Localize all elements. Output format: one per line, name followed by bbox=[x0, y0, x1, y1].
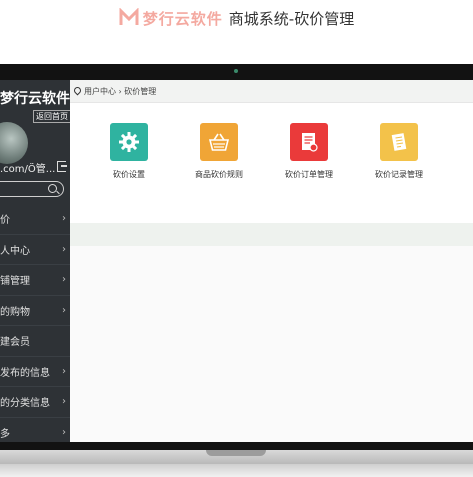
sidebar-item-published-info[interactable]: 发布的信息 › bbox=[0, 357, 70, 387]
sidebar-item-label: 价 bbox=[0, 215, 10, 227]
sidebar-item-label: 的购物 bbox=[0, 306, 30, 318]
breadcrumb: 用户中心 › 砍价管理 bbox=[70, 80, 473, 103]
chevron-right-icon: › bbox=[62, 243, 66, 255]
page-header: 梦行云软件 商城系统-砍价管理 bbox=[0, 0, 473, 36]
chevron-right-icon: › bbox=[62, 213, 66, 225]
brand-logo-icon bbox=[119, 8, 139, 25]
sidebar-item-create-member[interactable]: 建会员 bbox=[0, 326, 70, 357]
sidebar-item-label: 建会员 bbox=[0, 337, 30, 349]
laptop-screen: 梦行云软件 返回首页 .com/Ö管... 价 › 人中心 › 铺管理 › 的购… bbox=[0, 80, 473, 442]
tile-label: 砍价订单管理 bbox=[285, 170, 333, 179]
laptop-base-notch bbox=[206, 450, 266, 456]
sidebar-item-bargain[interactable]: 价 › bbox=[0, 204, 70, 235]
brand-name: 梦行云软件 bbox=[142, 9, 223, 28]
sidebar-menu: 价 › 人中心 › 铺管理 › 的购物 › 建会员 发布的信息 › 的分类信息 … bbox=[0, 204, 70, 442]
laptop-foot bbox=[0, 464, 473, 477]
camera-dot bbox=[234, 69, 238, 73]
tile-product-bargain-rules[interactable]: 商品砍价规则 bbox=[184, 123, 254, 180]
tile-label: 商品砍价规则 bbox=[195, 170, 243, 179]
sidebar-brand: 梦行云软件 bbox=[0, 91, 70, 107]
sidebar-item-my-shopping[interactable]: 的购物 › bbox=[0, 296, 70, 326]
tile-bargain-order-manage[interactable]: 砍价订单管理 bbox=[274, 123, 344, 180]
avatar[interactable] bbox=[0, 122, 28, 164]
sidebar: 梦行云软件 返回首页 .com/Ö管... 价 › 人中心 › 铺管理 › 的购… bbox=[0, 80, 71, 442]
order-form-icon[interactable] bbox=[290, 123, 328, 161]
chevron-right-icon: › bbox=[62, 365, 66, 377]
basket-icon[interactable] bbox=[200, 123, 238, 161]
tile-bargain-record-manage[interactable]: 砍价记录管理 bbox=[364, 123, 434, 180]
tile-label: 砍价设置 bbox=[113, 170, 145, 179]
sidebar-item-label: 铺管理 bbox=[0, 276, 30, 288]
sidebar-search-input[interactable] bbox=[0, 181, 64, 197]
content-divider-band bbox=[70, 223, 473, 246]
sidebar-item-label: 的分类信息 bbox=[0, 398, 50, 410]
sidebar-item-label: 多 bbox=[0, 428, 10, 440]
user-name: .com/Ö管... bbox=[0, 164, 56, 175]
gear-icon[interactable] bbox=[110, 123, 148, 161]
location-pin-icon bbox=[74, 87, 80, 95]
sidebar-item-label: 发布的信息 bbox=[0, 367, 50, 379]
logout-icon[interactable] bbox=[57, 161, 67, 172]
chevron-right-icon: › bbox=[62, 304, 66, 316]
sidebar-item-user-center[interactable]: 人中心 › bbox=[0, 235, 70, 265]
function-tiles-panel: 砍价设置 商品砍价规则 砍价订单管理 砍价记录管理 bbox=[70, 103, 473, 223]
sidebar-item-shop-manage[interactable]: 铺管理 › bbox=[0, 265, 70, 296]
record-document-icon[interactable] bbox=[380, 123, 418, 161]
chevron-right-icon: › bbox=[62, 274, 66, 286]
sidebar-item-category-info[interactable]: 的分类信息 › bbox=[0, 387, 70, 418]
chevron-right-icon: › bbox=[62, 396, 66, 408]
chevron-right-icon: › bbox=[62, 426, 66, 438]
sidebar-item-label: 人中心 bbox=[0, 245, 30, 257]
back-home-button[interactable]: 返回首页 bbox=[33, 110, 71, 123]
search-icon[interactable] bbox=[48, 184, 57, 193]
tile-bargain-settings[interactable]: 砍价设置 bbox=[94, 123, 164, 180]
sidebar-item-more[interactable]: 多 › bbox=[0, 418, 70, 443]
page-subtitle: 商城系统-砍价管理 bbox=[228, 9, 355, 28]
breadcrumb-text[interactable]: 用户中心 › 砍价管理 bbox=[84, 86, 156, 97]
tile-label: 砍价记录管理 bbox=[375, 170, 423, 179]
